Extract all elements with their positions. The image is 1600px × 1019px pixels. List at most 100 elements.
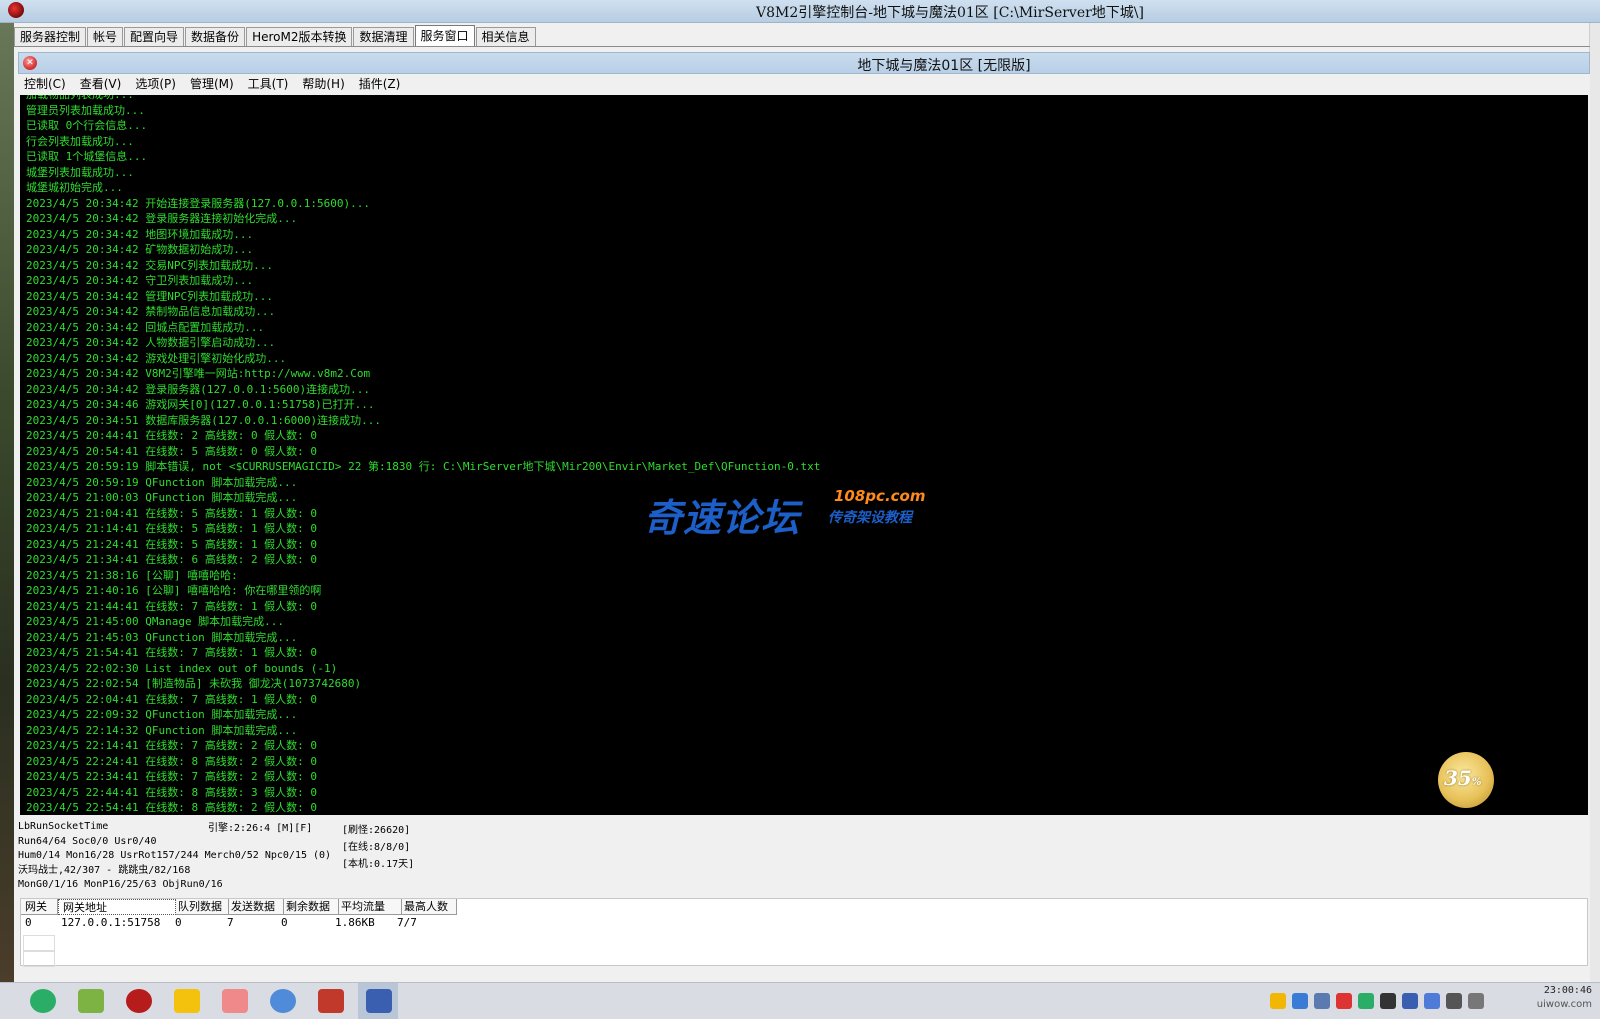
log-line: 2023/4/5 21:45:03 QFunction 脚本加载完成... — [26, 630, 298, 644]
log-line: 已读取 1个城堡信息... — [26, 150, 148, 163]
keyboard-icon[interactable] — [1446, 993, 1462, 1009]
window-scrollbar[interactable] — [1589, 0, 1600, 982]
log-line: 2023/4/5 20:34:42 游戏处理引擎初始化成功... — [26, 351, 287, 365]
menu-help[interactable]: 帮助(H) — [302, 74, 344, 94]
status-panel: LbRunSocketTime Run64/64 Soc0/0 Usr0/40 … — [18, 820, 1590, 896]
folder-icon[interactable] — [222, 989, 248, 1013]
col-gateway-address[interactable]: 网关地址 — [58, 899, 176, 915]
watermark-site: uiwow.com — [1536, 999, 1592, 1010]
col-max-users[interactable]: 最高人数 — [402, 899, 457, 915]
cell-queue-data: 0 — [175, 916, 182, 929]
progress-unit: % — [1471, 777, 1482, 788]
shield-icon[interactable] — [1270, 993, 1286, 1009]
log-line: 2023/4/5 20:34:42 登录服务器连接初始化完成... — [26, 212, 298, 225]
cell-avg-traffic: 1.86KB — [335, 916, 375, 929]
wechat-tray-icon[interactable] — [1358, 993, 1374, 1009]
log-line: 行会列表加载成功... — [26, 134, 134, 148]
display-icon[interactable] — [1468, 993, 1484, 1009]
log-line: 2023/4/5 20:34:42 登录服务器(127.0.0.1:5600)连… — [26, 382, 371, 396]
watermark-main-text: 奇速论坛 — [644, 496, 801, 540]
col-queue-data[interactable]: 队列数据 — [176, 899, 229, 915]
app-title-bar[interactable]: V8M2引擎控制台-地下城与魔法01区 [C:\MirServer地下城\] — [0, 0, 1600, 23]
gateway-table-header: 网关 网关地址 队列数据 发送数据 剩余数据 平均流量 最高人数 — [21, 899, 457, 915]
log-line: 2023/4/5 22:04:41 在线数: 7 高线数: 1 假人数: 0 — [26, 692, 318, 706]
watermark-sub-text: 传奇架设教程 — [828, 510, 912, 526]
tab-related-info[interactable]: 相关信息 — [475, 27, 536, 46]
uptime: [本机:0.17天] — [342, 859, 415, 870]
log-line: 2023/4/5 22:44:41 在线数: 8 高线数: 3 假人数: 0 — [26, 785, 318, 799]
stat-line: Run64/64 Soc0/0 Usr0/40 — [18, 835, 157, 847]
help-icon[interactable] — [174, 989, 200, 1013]
server-counters: [刷怪:26620] [在线:8/8/0] [本机:0.17天] — [342, 822, 414, 873]
desktop-background-strip — [0, 0, 14, 982]
log-line: 2023/4/5 20:59:19 脚本错误, not <$CURRUSEMAG… — [26, 460, 821, 473]
antivirus-icon[interactable] — [1424, 993, 1440, 1009]
menu-view[interactable]: 查看(V) — [80, 74, 122, 94]
log-line: 2023/4/5 20:34:42 V8M2引擎唯一网站:http://www.… — [26, 367, 371, 380]
log-line: 2023/4/5 22:24:41 在线数: 8 高线数: 2 假人数: 0 — [26, 754, 318, 768]
engine-time: 引擎:2:26:4 [M][F] — [208, 823, 313, 834]
cell-gateway-address: 127.0.0.1:51758 — [61, 916, 161, 929]
log-line: 2023/4/5 20:34:42 管理NPC列表加载成功... — [26, 289, 273, 303]
game-icon[interactable] — [126, 989, 152, 1013]
stat-line: Hum0/14 Mon16/28 UsrRot157/244 Merch0/52… — [18, 850, 332, 861]
log-line: 2023/4/5 20:44:41 在线数: 2 高线数: 0 假人数: 0 — [26, 429, 318, 442]
legend-icon[interactable] — [318, 989, 344, 1013]
m2-server-icon[interactable] — [366, 989, 392, 1013]
log-line: 2023/4/5 20:34:42 守卫列表加载成功... — [26, 274, 254, 287]
cell-gateway: 0 — [25, 916, 32, 929]
table-row[interactable]: 0 127.0.0.1:51758 0 7 0 1.86KB 7/7 — [21, 915, 449, 931]
col-send-data[interactable]: 发送数据 — [229, 899, 284, 915]
service-window: ✕ 地下城与魔法01区 [无限版] 控制(C) 查看(V) 选项(P) 管理(M… — [18, 52, 1590, 982]
browser-icon[interactable] — [1292, 993, 1308, 1009]
log-line: 2023/4/5 22:09:32 QFunction 脚本加载完成... — [26, 708, 298, 721]
menu-control[interactable]: 控制(C) — [24, 74, 66, 94]
col-remaining-data[interactable]: 剩余数据 — [284, 899, 339, 915]
log-lines: 加载物品列表成功...管理员列表加载成功... 已读取 0个行会信息... 行会列表… — [26, 95, 820, 815]
tab-herom2-convert[interactable]: HeroM2版本转换 — [246, 27, 353, 46]
clock[interactable]: 23:00:46 — [1544, 985, 1592, 997]
log-line: 加载物品列表成功... — [26, 95, 820, 103]
log-line: 2023/4/5 21:44:41 在线数: 7 高线数: 1 假人数: 0 — [26, 599, 318, 613]
col-gateway[interactable]: 网关 — [21, 899, 58, 915]
col-avg-traffic[interactable]: 平均流量 — [339, 899, 402, 915]
tab-data-backup[interactable]: 数据备份 — [185, 27, 246, 46]
log-line: 2023/4/5 22:14:32 QFunction 脚本加载完成... — [26, 723, 298, 737]
network-tray-icon[interactable] — [1314, 993, 1330, 1009]
wechat-icon[interactable] — [30, 989, 56, 1013]
service-window-title-bar[interactable]: ✕ 地下城与魔法01区 [无限版] — [18, 52, 1590, 74]
menu-options[interactable]: 选项(P) — [135, 74, 176, 94]
qq-icon[interactable] — [1380, 993, 1396, 1009]
gateway-table[interactable]: 网关 网关地址 队列数据 发送数据 剩余数据 平均流量 最高人数 0 127.0… — [20, 898, 1588, 967]
progress-number: 35 — [1444, 766, 1472, 790]
progress-value: 35% — [1444, 766, 1481, 790]
log-line: 2023/4/5 22:54:41 在线数: 8 高线数: 2 假人数: 0 — [26, 801, 318, 814]
menu-tools[interactable]: 工具(T) — [248, 74, 289, 94]
tab-data-cleanup[interactable]: 数据清理 — [353, 27, 414, 46]
volume-icon[interactable] — [1336, 993, 1352, 1009]
menu-bar: 控制(C) 查看(V) 选项(P) 管理(M) 工具(T) 帮助(H) 插件(Z… — [18, 74, 414, 94]
log-line: 2023/4/5 20:34:42 交易NPC列表加载成功... — [26, 258, 273, 272]
menu-plugins[interactable]: 插件(Z) — [359, 74, 401, 94]
tab-account[interactable]: 帐号 — [87, 27, 124, 46]
tab-config-wizard[interactable]: 配置向导 — [124, 27, 185, 46]
log-line: 2023/4/5 22:14:41 在线数: 7 高线数: 2 假人数: 0 — [26, 739, 318, 752]
log-line: 2023/4/5 20:34:42 矿物数据初始成功... — [26, 243, 254, 256]
log-line: 2023/4/5 20:34:42 开始连接登录服务器(127.0.0.1:56… — [26, 196, 371, 210]
watermark-logo: 奇速论坛 108pc.com 传奇架设教程 — [644, 487, 944, 540]
security-icon[interactable] — [1402, 993, 1418, 1009]
menu-manage[interactable]: 管理(M) — [190, 74, 234, 94]
notepad-icon[interactable] — [78, 989, 104, 1013]
network-icon[interactable] — [270, 989, 296, 1013]
log-line: 城堡列表加载成功... — [26, 165, 134, 179]
log-console[interactable]: 加载物品列表成功...管理员列表加载成功... 已读取 0个行会信息... 行会列表… — [20, 95, 1588, 815]
log-line: 2023/4/5 20:34:42 禁制物品信息加载成功... — [26, 305, 276, 318]
tab-server-control[interactable]: 服务器控制 — [14, 27, 87, 46]
progress-badge[interactable]: 35% — [1438, 752, 1494, 808]
log-line: 2023/4/5 22:34:41 在线数: 7 高线数: 2 假人数: 0 — [26, 770, 318, 783]
stat-line: MonG0/1/16 MonP16/25/63 ObjRun0/16 — [18, 879, 223, 890]
main-tabbar: 服务器控制 帐号 配置向导 数据备份 HeroM2版本转换 数据清理 服务窗口 … — [14, 25, 537, 47]
tab-service-window[interactable]: 服务窗口 — [414, 25, 475, 46]
window-title: V8M2引擎控制台-地下城与魔法01区 [C:\MirServer地下城\] — [755, 5, 1144, 21]
system-tray — [1270, 993, 1484, 1009]
